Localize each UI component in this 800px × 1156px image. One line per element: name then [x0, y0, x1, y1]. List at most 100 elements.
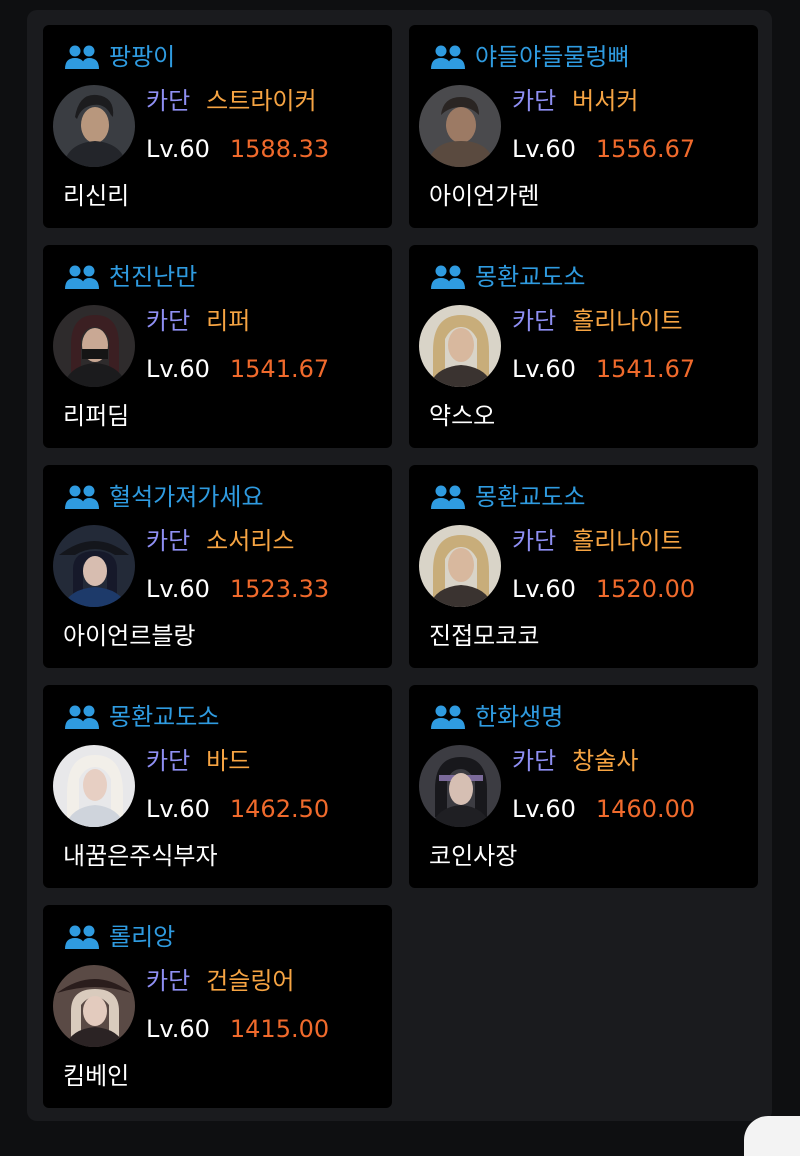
- item-level: 1588.33: [229, 135, 330, 163]
- guild-name: 카단: [512, 307, 557, 335]
- users-icon: [65, 485, 99, 509]
- character-card[interactable]: 야들야들물렁뼈 카단 버서커 Lv.60 1556.67 아이언가렌: [409, 25, 758, 228]
- character-avatar: [419, 745, 501, 827]
- level-row: Lv.60 1541.67: [512, 353, 695, 385]
- guild-name: 카단: [146, 307, 191, 335]
- server-row: 한화생명: [431, 703, 563, 731]
- class-name: 홀리나이트: [572, 527, 683, 555]
- guild-name: 카단: [146, 87, 191, 115]
- guild-class-row: 카단 소서리스: [146, 525, 295, 557]
- users-icon: [431, 45, 465, 69]
- item-level: 1462.50: [229, 795, 330, 823]
- character-name: 리신리: [63, 182, 130, 210]
- character-level: Lv.60: [146, 1015, 210, 1043]
- users-icon: [65, 705, 99, 729]
- floating-button-edge[interactable]: [744, 1116, 800, 1156]
- server-name: 팡팡이: [109, 43, 176, 71]
- guild-class-row: 카단 리퍼: [146, 305, 250, 337]
- item-level: 1460.00: [595, 795, 696, 823]
- character-name: 아이언가렌: [429, 182, 540, 210]
- level-row: Lv.60 1520.00: [512, 573, 695, 605]
- class-name: 리퍼: [206, 307, 251, 335]
- character-level: Lv.60: [146, 135, 210, 163]
- lancemaster-portrait-icon: [419, 745, 501, 827]
- item-level: 1523.33: [229, 575, 330, 603]
- character-name: 내꿈은주식부자: [63, 842, 218, 870]
- guild-class-row: 카단 바드: [146, 745, 250, 777]
- users-icon: [431, 265, 465, 289]
- server-name: 몽환교도소: [475, 263, 586, 291]
- class-name: 홀리나이트: [572, 307, 683, 335]
- character-avatar: [419, 525, 501, 607]
- striker-portrait-icon: [53, 85, 135, 167]
- class-name: 건슬링어: [206, 967, 295, 995]
- character-name: 킴베인: [63, 1062, 130, 1090]
- item-level: 1520.00: [595, 575, 696, 603]
- users-icon: [65, 265, 99, 289]
- holyknight-portrait-icon: [419, 525, 501, 607]
- users-icon: [65, 45, 99, 69]
- guild-name: 카단: [146, 527, 191, 555]
- character-card[interactable]: 한화생명 카단 창술사 Lv.60 1460.00 코인사장: [409, 685, 758, 888]
- class-name: 스트라이커: [206, 87, 317, 115]
- gunslinger-portrait-icon: [53, 965, 135, 1047]
- guild-name: 카단: [146, 967, 191, 995]
- class-name: 창술사: [572, 747, 639, 775]
- holyknight-portrait-icon: [419, 305, 501, 387]
- level-row: Lv.60 1588.33: [146, 133, 329, 165]
- server-row: 혈석가져가세요: [65, 483, 264, 511]
- server-row: 야들야들물렁뼈: [431, 43, 630, 71]
- character-name: 리퍼딤: [63, 402, 130, 430]
- server-name: 몽환교도소: [109, 703, 220, 731]
- item-level: 1541.67: [595, 355, 696, 383]
- guild-name: 카단: [146, 747, 191, 775]
- server-name: 한화생명: [475, 703, 564, 731]
- guild-name: 카단: [512, 527, 557, 555]
- character-card[interactable]: 혈석가져가세요 카단 소서리스 Lv.60 1523.33 아이언르블랑: [43, 465, 392, 668]
- character-avatar: [53, 525, 135, 607]
- character-card[interactable]: 몽환교도소 카단 홀리나이트 Lv.60 1541.67 약스오: [409, 245, 758, 448]
- guild-name: 카단: [512, 87, 557, 115]
- character-card[interactable]: 팡팡이 카단 스트라이커 Lv.60 1588.33 리신리: [43, 25, 392, 228]
- level-row: Lv.60 1541.67: [146, 353, 329, 385]
- server-row: 몽환교도소: [431, 483, 585, 511]
- character-card[interactable]: 몽환교도소 카단 홀리나이트 Lv.60 1520.00 진접모코코: [409, 465, 758, 668]
- level-row: Lv.60 1556.67: [512, 133, 695, 165]
- character-list-panel: 팡팡이 카단 스트라이커 Lv.60 1588.33 리신리 야들야들물렁뼈 카단 버: [27, 10, 772, 1121]
- character-card[interactable]: 롤리앙 카단 건슬링어 Lv.60 1415.00 킴베인: [43, 905, 392, 1108]
- server-row: 롤리앙: [65, 923, 175, 951]
- server-name: 몽환교도소: [475, 483, 586, 511]
- server-row: 몽환교도소: [431, 263, 585, 291]
- character-card[interactable]: 천진난만 카단 리퍼 Lv.60 1541.67 리퍼딤: [43, 245, 392, 448]
- guild-class-row: 카단 창술사: [512, 745, 638, 777]
- item-level: 1415.00: [229, 1015, 330, 1043]
- server-name: 야들야들물렁뼈: [475, 43, 630, 71]
- character-avatar: [53, 305, 135, 387]
- character-avatar: [53, 85, 135, 167]
- class-name: 소서리스: [206, 527, 295, 555]
- character-level: Lv.60: [146, 355, 210, 383]
- character-avatar: [53, 965, 135, 1047]
- users-icon: [431, 485, 465, 509]
- level-row: Lv.60 1460.00: [512, 793, 695, 825]
- guild-class-row: 카단 스트라이커: [146, 85, 317, 117]
- character-grid: 팡팡이 카단 스트라이커 Lv.60 1588.33 리신리 야들야들물렁뼈 카단 버: [43, 25, 758, 1108]
- server-name: 천진난만: [109, 263, 198, 291]
- character-level: Lv.60: [146, 795, 210, 823]
- sorceress-portrait-icon: [53, 525, 135, 607]
- character-avatar: [419, 305, 501, 387]
- character-avatar: [419, 85, 501, 167]
- level-row: Lv.60 1523.33: [146, 573, 329, 605]
- class-name: 바드: [206, 747, 251, 775]
- server-row: 몽환교도소: [65, 703, 219, 731]
- character-level: Lv.60: [512, 795, 576, 823]
- character-name: 아이언르블랑: [63, 622, 196, 650]
- character-avatar: [53, 745, 135, 827]
- class-name: 버서커: [572, 87, 639, 115]
- character-level: Lv.60: [146, 575, 210, 603]
- character-level: Lv.60: [512, 135, 576, 163]
- level-row: Lv.60 1462.50: [146, 793, 329, 825]
- server-row: 천진난만: [65, 263, 197, 291]
- character-card[interactable]: 몽환교도소 카단 바드 Lv.60 1462.50 내꿈은주식부자: [43, 685, 392, 888]
- server-name: 롤리앙: [109, 923, 176, 951]
